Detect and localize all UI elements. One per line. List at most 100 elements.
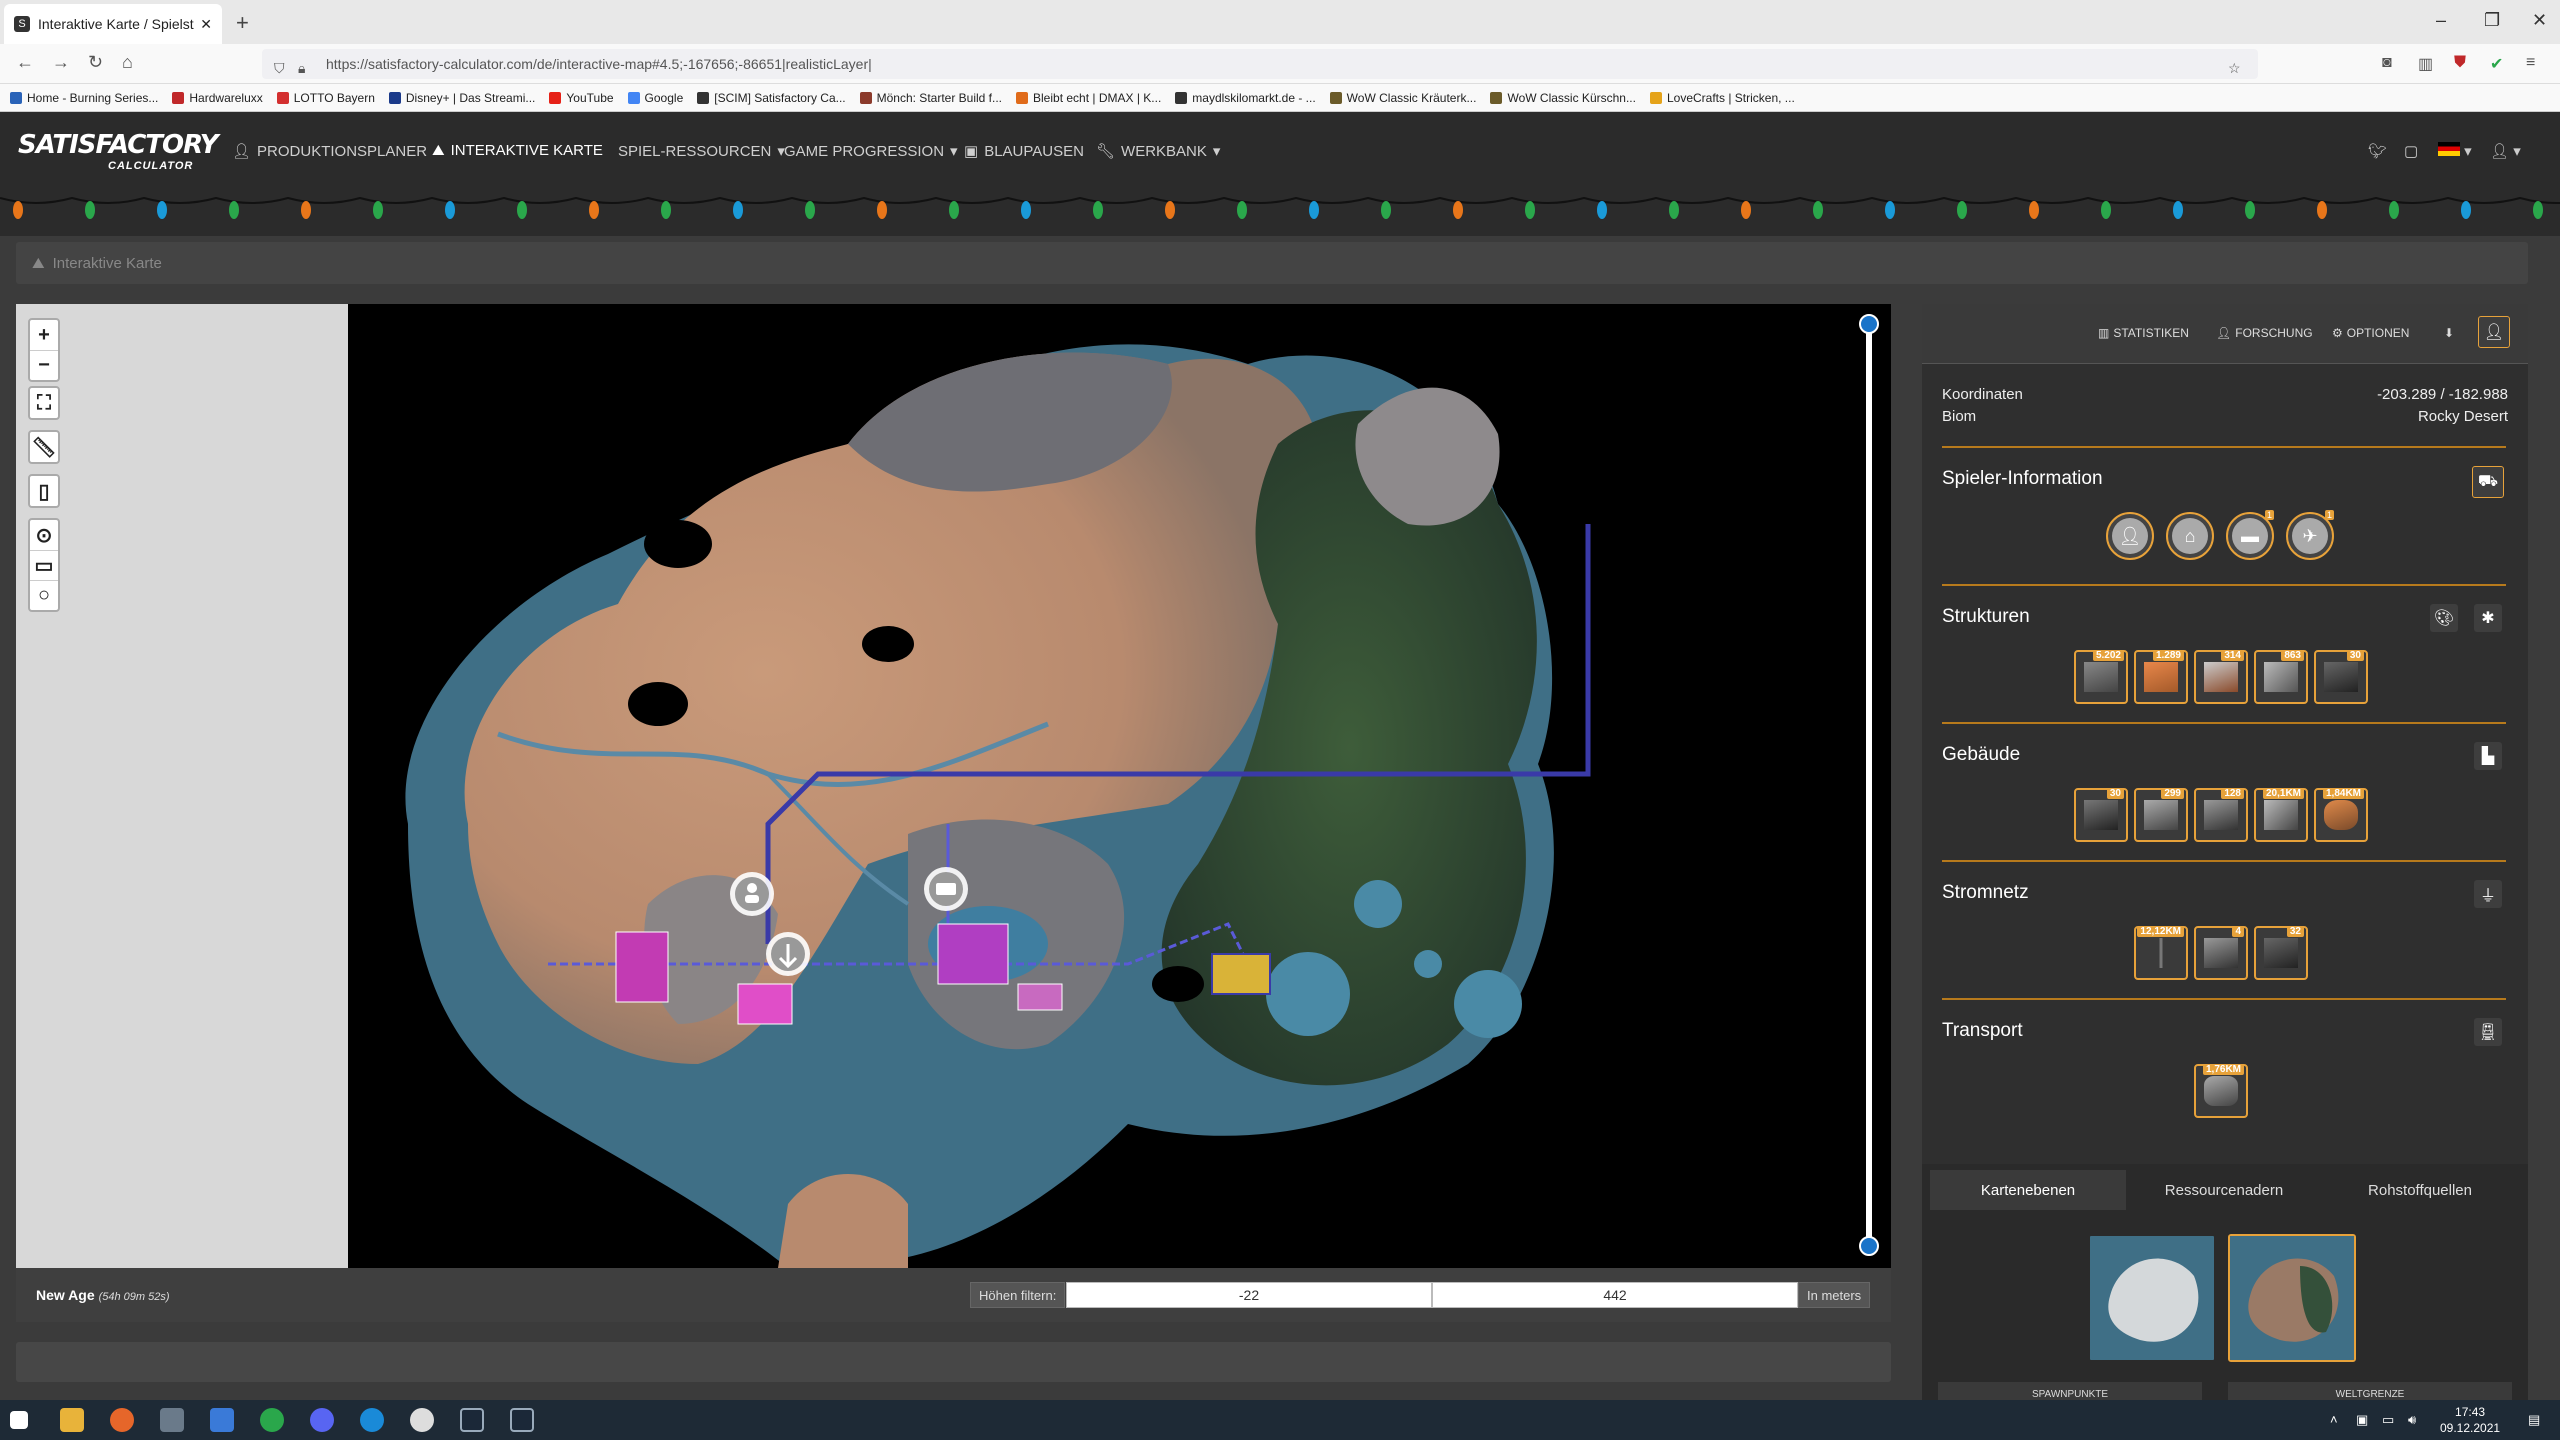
power-pole-button[interactable]: 32 [2254, 926, 2308, 980]
nav-blueprints[interactable]: ▣ BLAUPAUSEN [964, 142, 1084, 161]
notifications-icon[interactable]: ▤ [2528, 1412, 2540, 1428]
rectangle-icon[interactable]: ▭ [30, 550, 58, 580]
bookmark-item[interactable]: [SCIM] Satisfactory Ca... [697, 91, 846, 105]
nav-interactive-map[interactable]: ⛰︎ INTERAKTIVE KARTE [432, 142, 603, 159]
app-icon[interactable] [410, 1408, 434, 1432]
layer-thumbnail-game[interactable] [2088, 1234, 2216, 1362]
layer-thumbnail-realistic[interactable] [2228, 1234, 2356, 1362]
drone-button[interactable]: ✈ 1 [2286, 510, 2334, 560]
nav-game-progression[interactable]: GAME PROGRESSION ▾ [784, 142, 958, 161]
reload-icon[interactable]: ↻ [88, 52, 103, 73]
factory-icon[interactable]: ▙ [2474, 742, 2502, 770]
bookmark-item[interactable]: WoW Classic Kürschn... [1490, 91, 1636, 105]
tab-map-layers[interactable]: Kartenebenen [1930, 1170, 2126, 1210]
tab-resource-sources[interactable]: Rohstoffquellen [2322, 1170, 2518, 1210]
app-icon[interactable] [210, 1408, 234, 1432]
clock[interactable]: 17:43 09.12.2021 [2440, 1404, 2500, 1436]
plug-icon[interactable]: ⏚ [2474, 880, 2502, 908]
extension-check-icon[interactable]: ✔ [2490, 54, 2503, 74]
bookmark-item[interactable]: LOTTO Bayern [276, 91, 375, 105]
close-tab-icon[interactable]: ✕ [200, 16, 212, 33]
constructor-button[interactable]: 299 [2134, 788, 2188, 842]
menu-icon[interactable]: ≡ [2526, 54, 2535, 72]
zoom-in-button[interactable]: + [30, 320, 58, 350]
stairs-button[interactable]: 314 [2194, 650, 2248, 704]
slider-bottom-knob[interactable] [1859, 1236, 1879, 1256]
car-icon[interactable]: ⛟ [2472, 466, 2504, 498]
bookmark-item[interactable]: Mönch: Starter Build f... [859, 91, 1002, 105]
pocket-icon[interactable]: ◙ [2382, 54, 2392, 72]
bookmark-star-icon[interactable]: ☆ [2228, 60, 2241, 77]
ruler-icon[interactable]: 📏︎ [30, 432, 58, 462]
close-window-icon[interactable]: ✕ [2532, 10, 2547, 31]
tray-arrow-icon[interactable]: ˄ [2330, 1412, 2338, 1427]
bookmark-item[interactable]: Hardwareluxx [172, 91, 263, 105]
bookmark-item[interactable]: Disney+ | Das Streami... [388, 91, 535, 105]
home-icon[interactable]: ⌂ [122, 52, 133, 73]
spawnpoints-button[interactable]: SPAWNPUNKTE [1938, 1382, 2202, 1400]
walkway-button[interactable]: 30 [2314, 650, 2368, 704]
new-tab-icon[interactable]: + [236, 10, 249, 36]
site-logo[interactable]: SATISFACTORY CALCULATOR [18, 130, 219, 172]
bug-icon[interactable]: ✱ [2474, 604, 2502, 632]
map-terrain[interactable] [348, 304, 1868, 1268]
tab-resource-nodes[interactable]: Ressourcenadern [2126, 1170, 2322, 1210]
vehicle-marker[interactable] [924, 867, 968, 911]
tray-app-icon[interactable]: ▣ [2356, 1412, 2368, 1428]
bookmark-item[interactable]: WoW Classic Kräuterk... [1329, 91, 1476, 105]
app-icon[interactable] [160, 1408, 184, 1432]
nav-game-resources[interactable]: SPIEL-RESSOURCEN ▾ [618, 142, 785, 161]
chat-icon[interactable]: ▢ [2404, 142, 2418, 160]
player-marker[interactable] [730, 872, 774, 916]
foundation-button[interactable]: 5.202 [2074, 650, 2128, 704]
browser-tab[interactable]: S Interaktive Karte / Spielstand Ed ✕ [4, 4, 222, 44]
height-min-input[interactable] [1066, 1282, 1432, 1308]
forward-icon[interactable]: → [52, 52, 70, 73]
download-icon[interactable]: ⬇ [2444, 326, 2454, 340]
height-max-input[interactable] [1432, 1282, 1798, 1308]
circle-icon[interactable]: ○ [30, 580, 58, 610]
vehicle-button[interactable]: ▬ 1 [2226, 510, 2274, 560]
language-flag-icon[interactable]: ▾ [2438, 142, 2472, 160]
bookmark-item[interactable]: Home - Burning Series... [10, 91, 158, 105]
lasso-icon[interactable]: ⊙ [30, 520, 58, 550]
minimize-icon[interactable]: – [2436, 10, 2446, 31]
interactive-map[interactable]: + − ⛶ 📏︎ ▯ ⊙ ▭ ○ [16, 304, 1891, 1268]
upload-user-icon[interactable]: 👤︎ [2478, 316, 2510, 348]
phone-icon[interactable]: ▯ [30, 476, 58, 506]
hub-marker[interactable] [766, 932, 810, 976]
player-button[interactable]: 👤︎ [2106, 512, 2154, 560]
statistics-button[interactable]: ▥ STATISTIKEN [2098, 326, 2189, 340]
nav-production-planner[interactable]: 👤︎ PRODUKTIONSPLANER [232, 142, 427, 161]
slider-top-knob[interactable] [1859, 314, 1879, 334]
wall-button[interactable]: 1.289 [2134, 650, 2188, 704]
app-icon[interactable] [260, 1408, 284, 1432]
windows-start-icon[interactable] [10, 1411, 28, 1429]
firefox-icon[interactable] [110, 1408, 134, 1432]
volume-icon[interactable]: 🔊︎ [2408, 1412, 2416, 1428]
ramp-button[interactable]: 863 [2254, 650, 2308, 704]
bookmark-item[interactable]: Bleibt echt | DMAX | K... [1016, 91, 1161, 105]
url-bar[interactable]: ⛉ 🔒︎ https://satisfactory-calculator.com… [262, 49, 2258, 79]
extension-shield-icon[interactable]: ⛊ [2454, 54, 2466, 72]
bookmark-item[interactable]: maydlskilomarkt.de - ... [1175, 91, 1316, 105]
sidebar-icon[interactable]: ▥ [2418, 54, 2433, 74]
steam-icon[interactable] [510, 1408, 534, 1432]
options-button[interactable]: ⚙ OPTIONEN [2332, 326, 2409, 340]
world-border-button[interactable]: WELTGRENZE [2228, 1382, 2512, 1400]
belt-button[interactable]: 20,1KM [2254, 788, 2308, 842]
zoom-out-button[interactable]: − [30, 350, 58, 380]
account-icon[interactable]: 👤︎ ▾ [2490, 142, 2521, 160]
bookmark-item[interactable]: LoveCrafts | Stricken, ... [1649, 91, 1795, 105]
bookmark-item[interactable]: YouTube [549, 91, 614, 105]
research-button[interactable]: 👤︎ FORSCHUNG [2216, 326, 2313, 340]
breadcrumb-label[interactable]: Interaktive Karte [53, 255, 162, 272]
height-slider[interactable] [1859, 314, 1879, 1256]
palette-icon[interactable]: 🎨︎ [2430, 604, 2458, 632]
train-icon[interactable]: 🚆︎ [2474, 1018, 2502, 1046]
pipe-button[interactable]: 1,84KM [2314, 788, 2368, 842]
steam-icon[interactable] [460, 1408, 484, 1432]
maximize-icon[interactable]: ❐ [2484, 10, 2500, 31]
power-line-button[interactable]: 12,12KM [2134, 926, 2188, 980]
twitter-icon[interactable]: 🐦︎ [2368, 142, 2387, 160]
